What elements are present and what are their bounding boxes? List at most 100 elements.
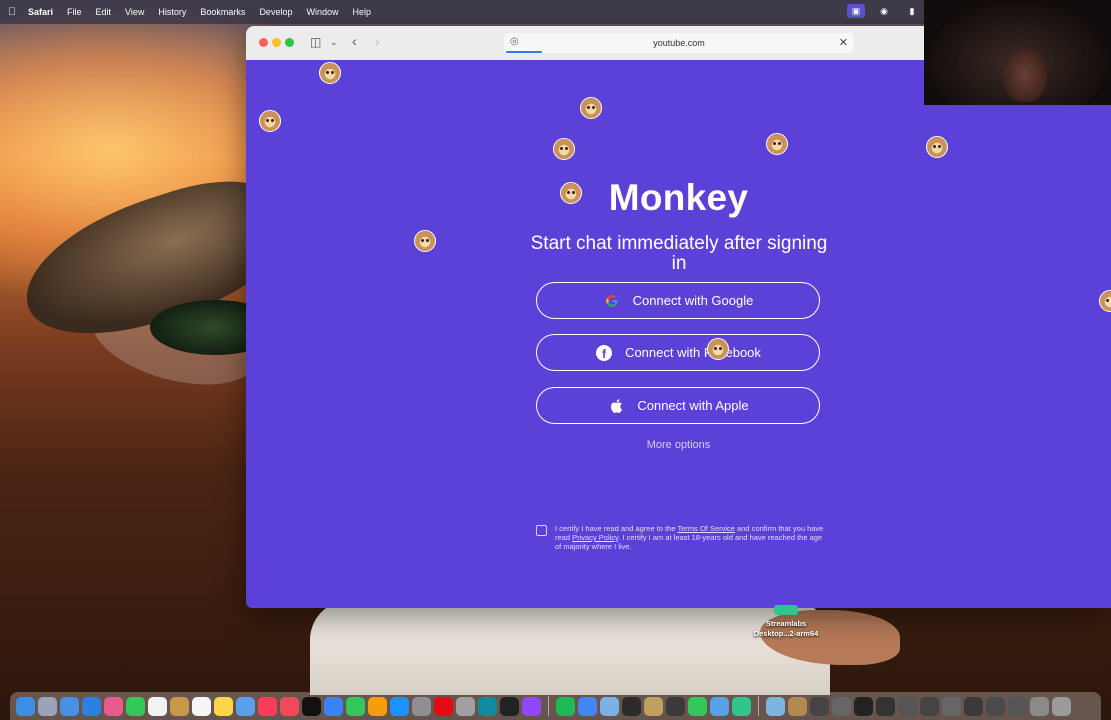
menu-file[interactable]: File [67, 7, 82, 17]
forward-icon[interactable]: › [375, 33, 380, 49]
connect-google-label: Connect with Google [632, 293, 754, 308]
settings-icon[interactable] [412, 696, 431, 716]
browser-icon[interactable] [600, 696, 619, 716]
desktop-file-line1: Streamlabs [765, 619, 807, 628]
news-icon[interactable] [280, 696, 299, 716]
safari-alt-icon[interactable] [710, 696, 729, 716]
menu-app-name[interactable]: Safari [28, 7, 53, 17]
pages-icon[interactable] [368, 696, 387, 716]
desktop-file-streamlabs[interactable]: Streamlabs Desktop...2-arm64 [740, 605, 832, 639]
menu-develop[interactable]: Develop [259, 7, 292, 17]
game-icon[interactable] [478, 696, 497, 716]
connect-apple-button[interactable]: Connect with Apple [536, 387, 820, 424]
stack-icon[interactable] [810, 696, 829, 716]
webcam-person [1003, 48, 1047, 102]
stack-icon[interactable] [1008, 696, 1027, 716]
connect-apple-label: Connect with Apple [637, 398, 749, 413]
battery-icon[interactable]: ▮ [903, 4, 921, 18]
twitch-icon[interactable] [522, 696, 541, 716]
medium-icon[interactable] [500, 696, 519, 716]
stack-icon[interactable] [898, 696, 917, 716]
dock-separator [548, 696, 549, 716]
stack-icon[interactable] [964, 696, 983, 716]
file-icon [774, 605, 798, 615]
terms-checkbox[interactable] [536, 525, 547, 536]
monkey-login-page: Monkey Start chat immediately after sign… [246, 60, 1111, 608]
music-icon[interactable] [258, 696, 277, 716]
calendar-icon[interactable] [148, 696, 167, 716]
streamlabs-icon[interactable] [732, 696, 751, 716]
numbers-icon[interactable] [346, 696, 365, 716]
menu-bookmarks[interactable]: Bookmarks [200, 7, 245, 17]
back-icon[interactable]: ‹ [352, 33, 357, 49]
reminders-icon[interactable] [192, 696, 211, 716]
page-settings-icon[interactable]: ◎ [510, 36, 519, 47]
dock [10, 692, 1101, 720]
stack-icon[interactable] [920, 696, 939, 716]
terms-of-service-link[interactable]: Terms Of Service [677, 524, 735, 533]
pencil-app-icon[interactable] [456, 696, 475, 716]
safari-icon[interactable] [82, 696, 101, 716]
record-icon[interactable]: ◉ [875, 4, 893, 18]
dock-separator [758, 696, 759, 716]
terms-text: I certify I have read and agree to the T… [555, 524, 825, 551]
menu-history[interactable]: History [158, 7, 186, 17]
menu-view[interactable]: View [125, 7, 144, 17]
menu-edit[interactable]: Edit [96, 7, 112, 17]
monkey-emoji-icon [1099, 290, 1111, 312]
stack-icon[interactable] [876, 696, 895, 716]
trash-icon[interactable] [1052, 696, 1071, 716]
messages-icon[interactable] [126, 696, 145, 716]
maps-icon[interactable] [236, 696, 255, 716]
minimize-window-button[interactable] [272, 38, 281, 47]
chevron-down-icon[interactable]: ⌄ [330, 37, 338, 48]
stack-icon[interactable] [832, 696, 851, 716]
finder-icon[interactable] [16, 696, 35, 716]
facetime-icon[interactable] [688, 696, 707, 716]
connect-facebook-button[interactable]: f Connect with Facebook [536, 334, 820, 371]
photos-icon[interactable] [104, 696, 123, 716]
tv-icon[interactable] [302, 696, 321, 716]
connect-google-button[interactable]: Connect with Google [536, 282, 820, 319]
stack-icon[interactable] [1030, 696, 1049, 716]
sidebar-icon[interactable]: ◫ [310, 35, 321, 49]
stack-icon[interactable] [942, 696, 961, 716]
menu-window[interactable]: Window [306, 7, 338, 17]
monkey-emoji-icon [259, 110, 281, 132]
apple-logo-icon [607, 397, 625, 415]
loading-progress-bar [506, 51, 542, 53]
notes-icon[interactable] [214, 696, 233, 716]
monkey-emoji-icon [580, 97, 602, 119]
mail-icon[interactable] [60, 696, 79, 716]
address-bar[interactable]: ◎ youtube.com ✕ [504, 33, 854, 53]
chrome-icon[interactable] [578, 696, 597, 716]
keynote-icon[interactable] [324, 696, 343, 716]
launchpad-icon[interactable] [38, 696, 57, 716]
desktop-file-line2: Desktop...2-arm64 [753, 629, 819, 638]
downloads-folder-icon[interactable] [766, 696, 785, 716]
apple-menu-icon[interactable]:  [8, 6, 18, 18]
stop-loading-icon[interactable]: ✕ [839, 36, 848, 49]
app-icon[interactable] [666, 696, 685, 716]
app-store-icon[interactable] [390, 696, 409, 716]
page-subtitle: Start chat immediately after signing in [530, 233, 828, 274]
monkey-app-icon[interactable] [644, 696, 663, 716]
zoom-window-button[interactable] [285, 38, 294, 47]
stack-icon[interactable] [788, 696, 807, 716]
utility-icon[interactable] [622, 696, 641, 716]
terms-text-part1: I certify I have read and agree to the [555, 524, 678, 533]
close-window-button[interactable] [259, 38, 268, 47]
monkey-emoji-icon [926, 136, 948, 158]
stack-icon[interactable] [854, 696, 873, 716]
safari-window: ◫ ⌄ ‹ › ◎ youtube.com ✕ Monkey Start cha… [246, 26, 1111, 608]
netflix-icon[interactable] [434, 696, 453, 716]
menu-help[interactable]: Help [352, 7, 371, 17]
screen-share-icon[interactable]: ▣ [847, 4, 865, 18]
monkey-emoji-icon [553, 138, 575, 160]
more-options-link[interactable]: More options [246, 439, 1111, 451]
privacy-policy-link[interactable]: Privacy Policy [572, 533, 618, 542]
contacts-icon[interactable] [170, 696, 189, 716]
spotify-icon[interactable] [556, 696, 575, 716]
stack-icon[interactable] [986, 696, 1005, 716]
monkey-emoji-icon [560, 182, 582, 204]
